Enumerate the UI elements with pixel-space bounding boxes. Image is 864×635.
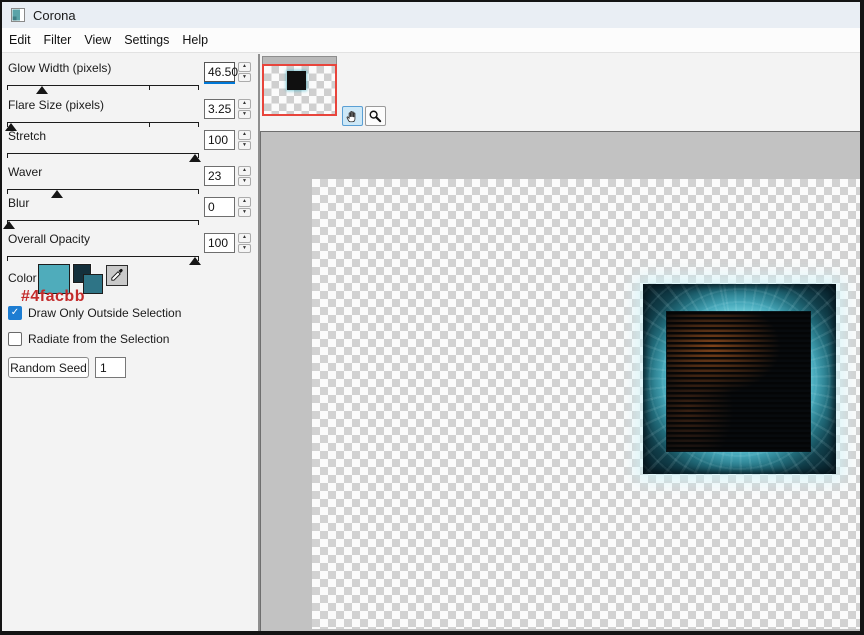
waver-value-input[interactable]: 23 — [204, 166, 235, 186]
flare-size-spinner: ▲ ▼ — [238, 99, 251, 119]
slider-blur: Blur 0 ▲ ▼ — [2, 196, 258, 229]
draw-outside-selection-label: Draw Only Outside Selection — [28, 306, 181, 320]
eyedropper-button[interactable] — [106, 265, 128, 286]
hand-tool-button[interactable] — [342, 106, 363, 126]
slider-waver-label: Waver — [8, 165, 42, 179]
menu-filter[interactable]: Filter — [40, 29, 81, 52]
spin-down-button[interactable]: ▼ — [238, 177, 251, 187]
magnifier-icon — [368, 109, 383, 124]
spin-down-button[interactable]: ▼ — [238, 110, 251, 120]
zoom-tool-button[interactable] — [365, 106, 386, 126]
slider-thumb[interactable] — [3, 221, 15, 229]
slider-glow-width: Glow Width (pixels) 46.50 ▲ ▼ — [2, 61, 258, 94]
spin-down-button[interactable]: ▼ — [238, 73, 251, 83]
slider-flare-size: Flare Size (pixels) 3.25 ▲ ▼ — [2, 98, 258, 131]
transparency-checkerboard — [312, 179, 860, 629]
slider-thumb[interactable] — [36, 86, 48, 94]
stretch-value-input[interactable]: 100 — [204, 130, 235, 150]
corona-window: Corona Edit Filter View Settings Help Gl… — [0, 0, 864, 635]
slider-glow-width-label: Glow Width (pixels) — [8, 61, 111, 75]
spin-down-button[interactable]: ▼ — [238, 208, 251, 218]
spin-up-button[interactable]: ▲ — [238, 197, 251, 207]
slider-waver: Waver 23 ▲ ▼ — [2, 165, 258, 198]
spin-up-button[interactable]: ▲ — [238, 62, 251, 72]
draw-outside-selection-row: Draw Only Outside Selection — [8, 305, 181, 320]
spin-up-button[interactable]: ▲ — [238, 233, 251, 243]
navigator-thumbnail[interactable] — [262, 64, 337, 116]
spin-up-button[interactable]: ▲ — [238, 130, 251, 140]
slider-thumb[interactable] — [189, 154, 201, 162]
random-seed-input[interactable] — [95, 357, 126, 378]
glow-width-spinner: ▲ ▼ — [238, 62, 251, 82]
control-panel: Glow Width (pixels) 46.50 ▲ ▼ Flare Size… — [2, 54, 258, 631]
draw-outside-selection-checkbox[interactable] — [8, 306, 22, 320]
corona-effect-square — [643, 284, 836, 474]
menu-view[interactable]: View — [80, 29, 120, 52]
menu-help[interactable]: Help — [178, 29, 217, 52]
window-title: Corona — [33, 8, 76, 23]
titlebar: Corona — [2, 2, 860, 28]
glow-width-value-input[interactable]: 46.50 — [204, 62, 235, 82]
color-label: Color — [8, 271, 37, 285]
spin-up-button[interactable]: ▲ — [238, 99, 251, 109]
slider-overall-opacity: Overall Opacity 100 ▲ ▼ — [2, 232, 258, 265]
eyedropper-icon — [109, 268, 125, 284]
overall-opacity-value-input[interactable]: 100 — [204, 233, 235, 253]
radiate-from-selection-checkbox[interactable] — [8, 332, 22, 346]
stretch-slider-track[interactable] — [7, 153, 199, 165]
radiate-from-selection-row: Radiate from the Selection — [8, 331, 169, 346]
menu-settings[interactable]: Settings — [120, 29, 178, 52]
overall-opacity-spinner: ▲ ▼ — [238, 233, 251, 253]
slider-flare-size-label: Flare Size (pixels) — [8, 98, 104, 112]
background-color-swatch[interactable] — [83, 274, 103, 294]
hand-icon — [345, 109, 360, 124]
blur-value-input[interactable]: 0 — [204, 197, 235, 217]
slider-stretch-label: Stretch — [8, 129, 46, 143]
navigator-image-square — [287, 71, 306, 90]
app-icon — [11, 8, 25, 22]
flare-size-value-input[interactable]: 3.25 — [204, 99, 235, 119]
corona-inner-square — [667, 312, 810, 451]
waver-spinner: ▲ ▼ — [238, 166, 251, 186]
menubar: Edit Filter View Settings Help — [2, 28, 860, 53]
overall-opacity-slider-track[interactable] — [7, 256, 199, 268]
blur-spinner: ▲ ▼ — [238, 197, 251, 217]
spin-down-button[interactable]: ▼ — [238, 141, 251, 151]
glow-width-slider-track[interactable] — [7, 85, 199, 97]
blur-slider-track[interactable] — [7, 220, 199, 232]
radiate-from-selection-label: Radiate from the Selection — [28, 332, 169, 346]
slider-thumb[interactable] — [189, 257, 201, 265]
random-seed-button[interactable]: Random Seed — [8, 357, 89, 378]
menu-edit[interactable]: Edit — [5, 29, 40, 52]
slider-blur-label: Blur — [8, 196, 29, 210]
preview-canvas[interactable] — [260, 131, 860, 631]
slider-overall-opacity-label: Overall Opacity — [8, 232, 90, 246]
spin-down-button[interactable]: ▼ — [238, 244, 251, 254]
slider-stretch: Stretch 100 ▲ ▼ — [2, 129, 258, 162]
color-hex-label: #4facbb — [21, 288, 85, 306]
preview-side — [260, 54, 860, 631]
spin-up-button[interactable]: ▲ — [238, 166, 251, 176]
stretch-spinner: ▲ ▼ — [238, 130, 251, 150]
